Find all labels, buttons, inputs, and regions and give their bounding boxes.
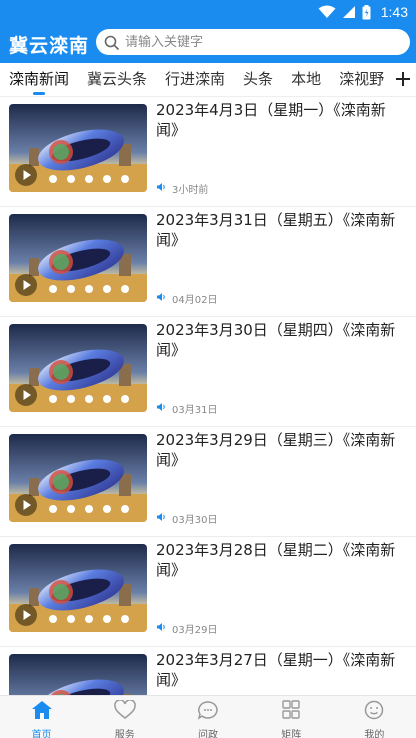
nav-label: 服务 <box>114 730 135 738</box>
tab-list: 滦南新闻冀云头条行进滦南头条本地滦视野广 <box>0 63 390 97</box>
news-item[interactable]: 2023年3月31日（星期五）《滦南新闻》 04月02日 <box>0 207 416 317</box>
tab-0[interactable]: 滦南新闻 <box>9 63 69 97</box>
chat-icon <box>197 700 219 724</box>
news-thumbnail[interactable] <box>9 434 147 522</box>
nav-label: 首页 <box>31 730 52 738</box>
nav-home[interactable]: 首页 <box>0 696 83 738</box>
nav-label: 矩阵 <box>281 730 302 738</box>
news-time: 03月31日 <box>172 405 218 416</box>
nav-user[interactable]: 我的 <box>333 696 416 738</box>
nav-heart[interactable]: 服务 <box>83 696 166 738</box>
news-time: 3小时前 <box>172 185 209 196</box>
nav-label: 问政 <box>198 730 218 738</box>
play-icon[interactable] <box>15 274 37 296</box>
speaker-icon <box>156 292 166 305</box>
news-title[interactable]: 2023年3月30日（星期四）《滦南新闻》 <box>156 320 406 360</box>
nav-grid[interactable]: 矩阵 <box>250 696 333 738</box>
news-item[interactable]: 2023年3月29日（星期三）《滦南新闻》 03月30日 <box>0 427 416 537</box>
speaker-icon <box>156 512 166 525</box>
news-list: 2023年4月3日（星期一）《滦南新闻》 3小时前 2023年3月31日（星期五）… <box>0 97 416 738</box>
bottom-nav: 首页 服务 问政 矩阵 我的 <box>0 695 416 738</box>
news-title[interactable]: 2023年3月29日（星期三）《滦南新闻》 <box>156 430 406 470</box>
news-meta: 03月31日 <box>156 401 217 416</box>
news-thumbnail[interactable] <box>9 324 147 412</box>
play-icon[interactable] <box>15 384 37 406</box>
news-thumbnail[interactable] <box>9 214 147 302</box>
news-time: 04月02日 <box>172 295 218 306</box>
news-title[interactable]: 2023年3月31日（星期五）《滦南新闻》 <box>156 210 406 250</box>
nav-chat[interactable]: 问政 <box>166 696 249 738</box>
tab-2[interactable]: 行进滦南 <box>165 63 225 97</box>
play-icon[interactable] <box>15 604 37 626</box>
tab-5[interactable]: 滦视野 <box>339 63 384 97</box>
play-icon[interactable] <box>15 164 37 186</box>
signal-icon <box>342 6 355 18</box>
user-icon <box>363 700 385 724</box>
news-meta: 3小时前 <box>156 181 208 196</box>
search-input[interactable] <box>125 34 385 50</box>
search-icon <box>104 35 119 50</box>
news-title[interactable]: 2023年3月28日（星期二）《滦南新闻》 <box>156 540 406 580</box>
search-box[interactable] <box>96 29 410 55</box>
news-time: 03月29日 <box>172 625 218 636</box>
news-thumbnail[interactable] <box>9 104 147 192</box>
wifi-icon <box>318 5 336 18</box>
add-channel-icon[interactable] <box>392 68 414 90</box>
play-icon[interactable] <box>15 494 37 516</box>
tab-1[interactable]: 冀云头条 <box>87 63 147 97</box>
speaker-icon <box>156 622 166 635</box>
status-bar: 1:43 <box>0 0 416 24</box>
news-title[interactable]: 2023年4月3日（星期一）《滦南新闻》 <box>156 100 406 140</box>
news-thumbnail[interactable] <box>9 544 147 632</box>
news-item[interactable]: 2023年3月28日（星期二）《滦南新闻》 03月29日 <box>0 537 416 647</box>
news-time: 03月30日 <box>172 515 218 526</box>
speaker-icon <box>156 402 166 415</box>
channel-tabs: 滦南新闻冀云头条行进滦南头条本地滦视野广 <box>0 63 416 97</box>
app-title: 冀云滦南 <box>9 35 90 57</box>
tab-4[interactable]: 本地 <box>291 63 321 97</box>
news-meta: 03月29日 <box>156 621 217 636</box>
news-item[interactable]: 2023年4月3日（星期一）《滦南新闻》 3小时前 <box>0 97 416 207</box>
news-item[interactable]: 2023年3月30日（星期四）《滦南新闻》 03月31日 <box>0 317 416 427</box>
news-meta: 04月02日 <box>156 291 217 306</box>
news-title[interactable]: 2023年3月27日（星期一）《滦南新闻》 <box>156 650 406 690</box>
app-header: 1:43 冀云滦南 <box>0 0 416 63</box>
status-time: 1:43 <box>380 4 408 20</box>
heart-icon <box>114 699 136 724</box>
tab-3[interactable]: 头条 <box>243 63 273 97</box>
news-meta: 03月30日 <box>156 511 217 526</box>
home-icon <box>31 700 53 724</box>
nav-label: 我的 <box>364 730 385 738</box>
grid-icon <box>280 700 302 724</box>
battery-icon <box>362 4 371 19</box>
speaker-icon <box>156 182 166 195</box>
